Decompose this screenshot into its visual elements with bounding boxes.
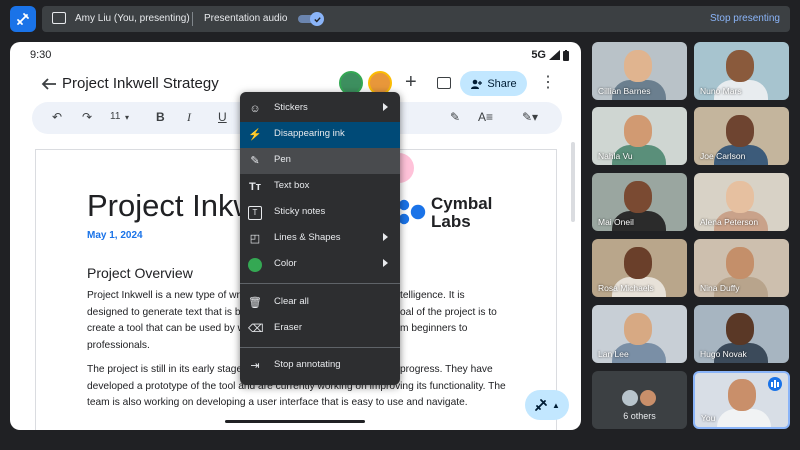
self-tile[interactable]: You bbox=[693, 371, 790, 429]
annotation-menu: ☺ Stickers ⚡ Disappearing ink ✎ Pen Tт T… bbox=[240, 92, 400, 385]
logo-text-labs: Labs bbox=[431, 212, 471, 231]
more-vert-icon[interactable]: ⋮ bbox=[540, 75, 556, 91]
menu-divider bbox=[240, 347, 400, 348]
menu-item-sticky-notes[interactable]: T Sticky notes bbox=[240, 200, 400, 226]
top-bar: Amy Liu (You, presenting) Presentation a… bbox=[0, 0, 800, 36]
sticker-icon: ☺ bbox=[249, 103, 261, 115]
shapes-icon: ◰ bbox=[249, 233, 261, 245]
participant-tile[interactable]: Lan Lee bbox=[592, 305, 687, 363]
participant-face bbox=[624, 313, 652, 345]
text-box-icon: Tт bbox=[248, 181, 262, 193]
chevron-right-icon bbox=[383, 259, 388, 267]
eraser-icon: ⌫ bbox=[248, 323, 264, 335]
signal-icon bbox=[549, 50, 560, 60]
italic-icon[interactable]: I bbox=[187, 110, 191, 125]
pen-icon: ✎ bbox=[250, 155, 260, 167]
font-size-select[interactable]: 11 bbox=[110, 111, 120, 122]
add-person-icon bbox=[471, 79, 483, 89]
redo-icon[interactable]: ↷ bbox=[82, 110, 92, 124]
participant-face bbox=[624, 181, 652, 213]
annotate-fab-button[interactable]: ▲ bbox=[525, 390, 569, 420]
participant-face bbox=[726, 313, 754, 345]
underline-icon[interactable]: U bbox=[218, 110, 227, 124]
participant-tile[interactable]: Nuno Mars bbox=[694, 42, 789, 100]
status-time: 9:30 bbox=[30, 49, 52, 61]
chevron-right-icon bbox=[383, 103, 388, 111]
scrollbar[interactable] bbox=[571, 142, 575, 222]
presentation-bar: Amy Liu (You, presenting) Presentation a… bbox=[42, 6, 790, 32]
battery-icon bbox=[563, 49, 569, 61]
disappearing-ink-icon: ⚡ bbox=[248, 129, 262, 141]
bold-icon[interactable]: B bbox=[156, 110, 165, 124]
network-label: 5G bbox=[531, 49, 546, 61]
toggle-knob bbox=[310, 12, 324, 26]
participant-tile[interactable]: Nina Duffy bbox=[694, 239, 789, 297]
participant-tile[interactable]: Joe Carlson bbox=[694, 107, 789, 165]
menu-item-lines-shapes[interactable]: ◰ Lines & Shapes bbox=[240, 226, 400, 252]
share-label: Share bbox=[487, 77, 517, 90]
undo-icon[interactable]: ↶ bbox=[52, 110, 62, 124]
back-arrow-icon[interactable] bbox=[40, 76, 58, 92]
annotate-app-icon[interactable] bbox=[10, 6, 36, 32]
participant-face bbox=[726, 181, 754, 213]
home-indicator bbox=[225, 420, 365, 423]
divider bbox=[192, 12, 193, 26]
participant-face bbox=[726, 50, 754, 82]
section-heading: Project Overview bbox=[87, 265, 193, 281]
add-icon[interactable]: + bbox=[405, 72, 417, 92]
others-tile[interactable]: 6 others bbox=[592, 371, 687, 429]
participant-video bbox=[717, 409, 771, 427]
edit-pencil-icon[interactable]: ✎▾ bbox=[522, 110, 538, 124]
menu-divider bbox=[240, 283, 400, 284]
trash-icon: 🗑 bbox=[248, 297, 262, 309]
exit-icon: ⇥ bbox=[250, 360, 260, 372]
comment-icon[interactable] bbox=[437, 77, 451, 89]
menu-item-pen[interactable]: ✎ Pen bbox=[240, 148, 400, 174]
menu-item-disappearing-ink[interactable]: ⚡ Disappearing ink bbox=[240, 122, 400, 148]
doc-title: Project Inkwell Strategy bbox=[62, 75, 219, 92]
text-format-icon[interactable]: A≡ bbox=[478, 110, 493, 124]
present-screen-icon bbox=[52, 12, 66, 24]
chevron-up-icon: ▲ bbox=[552, 400, 560, 410]
menu-item-color[interactable]: Color bbox=[240, 252, 400, 278]
share-button[interactable]: Share bbox=[460, 71, 527, 96]
color-swatch-icon bbox=[248, 258, 262, 272]
menu-item-stickers[interactable]: ☺ Stickers bbox=[240, 96, 400, 122]
speaking-indicator-icon bbox=[768, 377, 782, 391]
participant-face bbox=[624, 247, 652, 279]
menu-item-text-box[interactable]: Tт Text box bbox=[240, 174, 400, 200]
participant-tile[interactable]: Alena Peterson bbox=[694, 173, 789, 231]
menu-item-clear-all[interactable]: 🗑 Clear all bbox=[240, 290, 400, 316]
participant-tile[interactable]: Cillian Barnes bbox=[592, 42, 687, 100]
chevron-down-icon: ▾ bbox=[125, 113, 130, 122]
presentation-audio-toggle[interactable] bbox=[298, 12, 324, 26]
logo-text-cymbal: Cymbal bbox=[431, 194, 493, 213]
participant-face bbox=[726, 247, 754, 279]
participant-face bbox=[624, 115, 652, 147]
participant-face bbox=[726, 115, 754, 147]
stop-presenting-button[interactable]: Stop presenting bbox=[710, 13, 780, 24]
presentation-audio-label: Presentation audio bbox=[204, 13, 288, 24]
page-date: May 1, 2024 bbox=[87, 230, 143, 241]
participant-tile[interactable]: Hugo Novak bbox=[694, 305, 789, 363]
participant-tile[interactable]: Mai Oneil bbox=[592, 173, 687, 231]
others-count: 6 others bbox=[623, 411, 656, 421]
avatar bbox=[621, 389, 639, 407]
highlight-pen-icon[interactable]: ✎ bbox=[450, 110, 460, 124]
cymbal-labs-logo: Cymbal Labs bbox=[396, 192, 546, 232]
status-icons: 5G bbox=[531, 49, 569, 61]
disappearing-ink-icon bbox=[535, 399, 547, 411]
menu-item-eraser[interactable]: ⌫ Eraser bbox=[240, 316, 400, 342]
presenter-name: Amy Liu (You, presenting) bbox=[75, 13, 190, 24]
participant-face bbox=[728, 379, 756, 411]
menu-item-stop-annotating[interactable]: ⇥ Stop annotating bbox=[240, 353, 400, 379]
participant-face bbox=[624, 50, 652, 82]
participant-tile[interactable]: Nahla Vu bbox=[592, 107, 687, 165]
avatar bbox=[639, 389, 657, 407]
chevron-right-icon bbox=[383, 233, 388, 241]
sticky-notes-icon: T bbox=[248, 206, 262, 220]
participant-tile[interactable]: Rosa Michaels bbox=[592, 239, 687, 297]
